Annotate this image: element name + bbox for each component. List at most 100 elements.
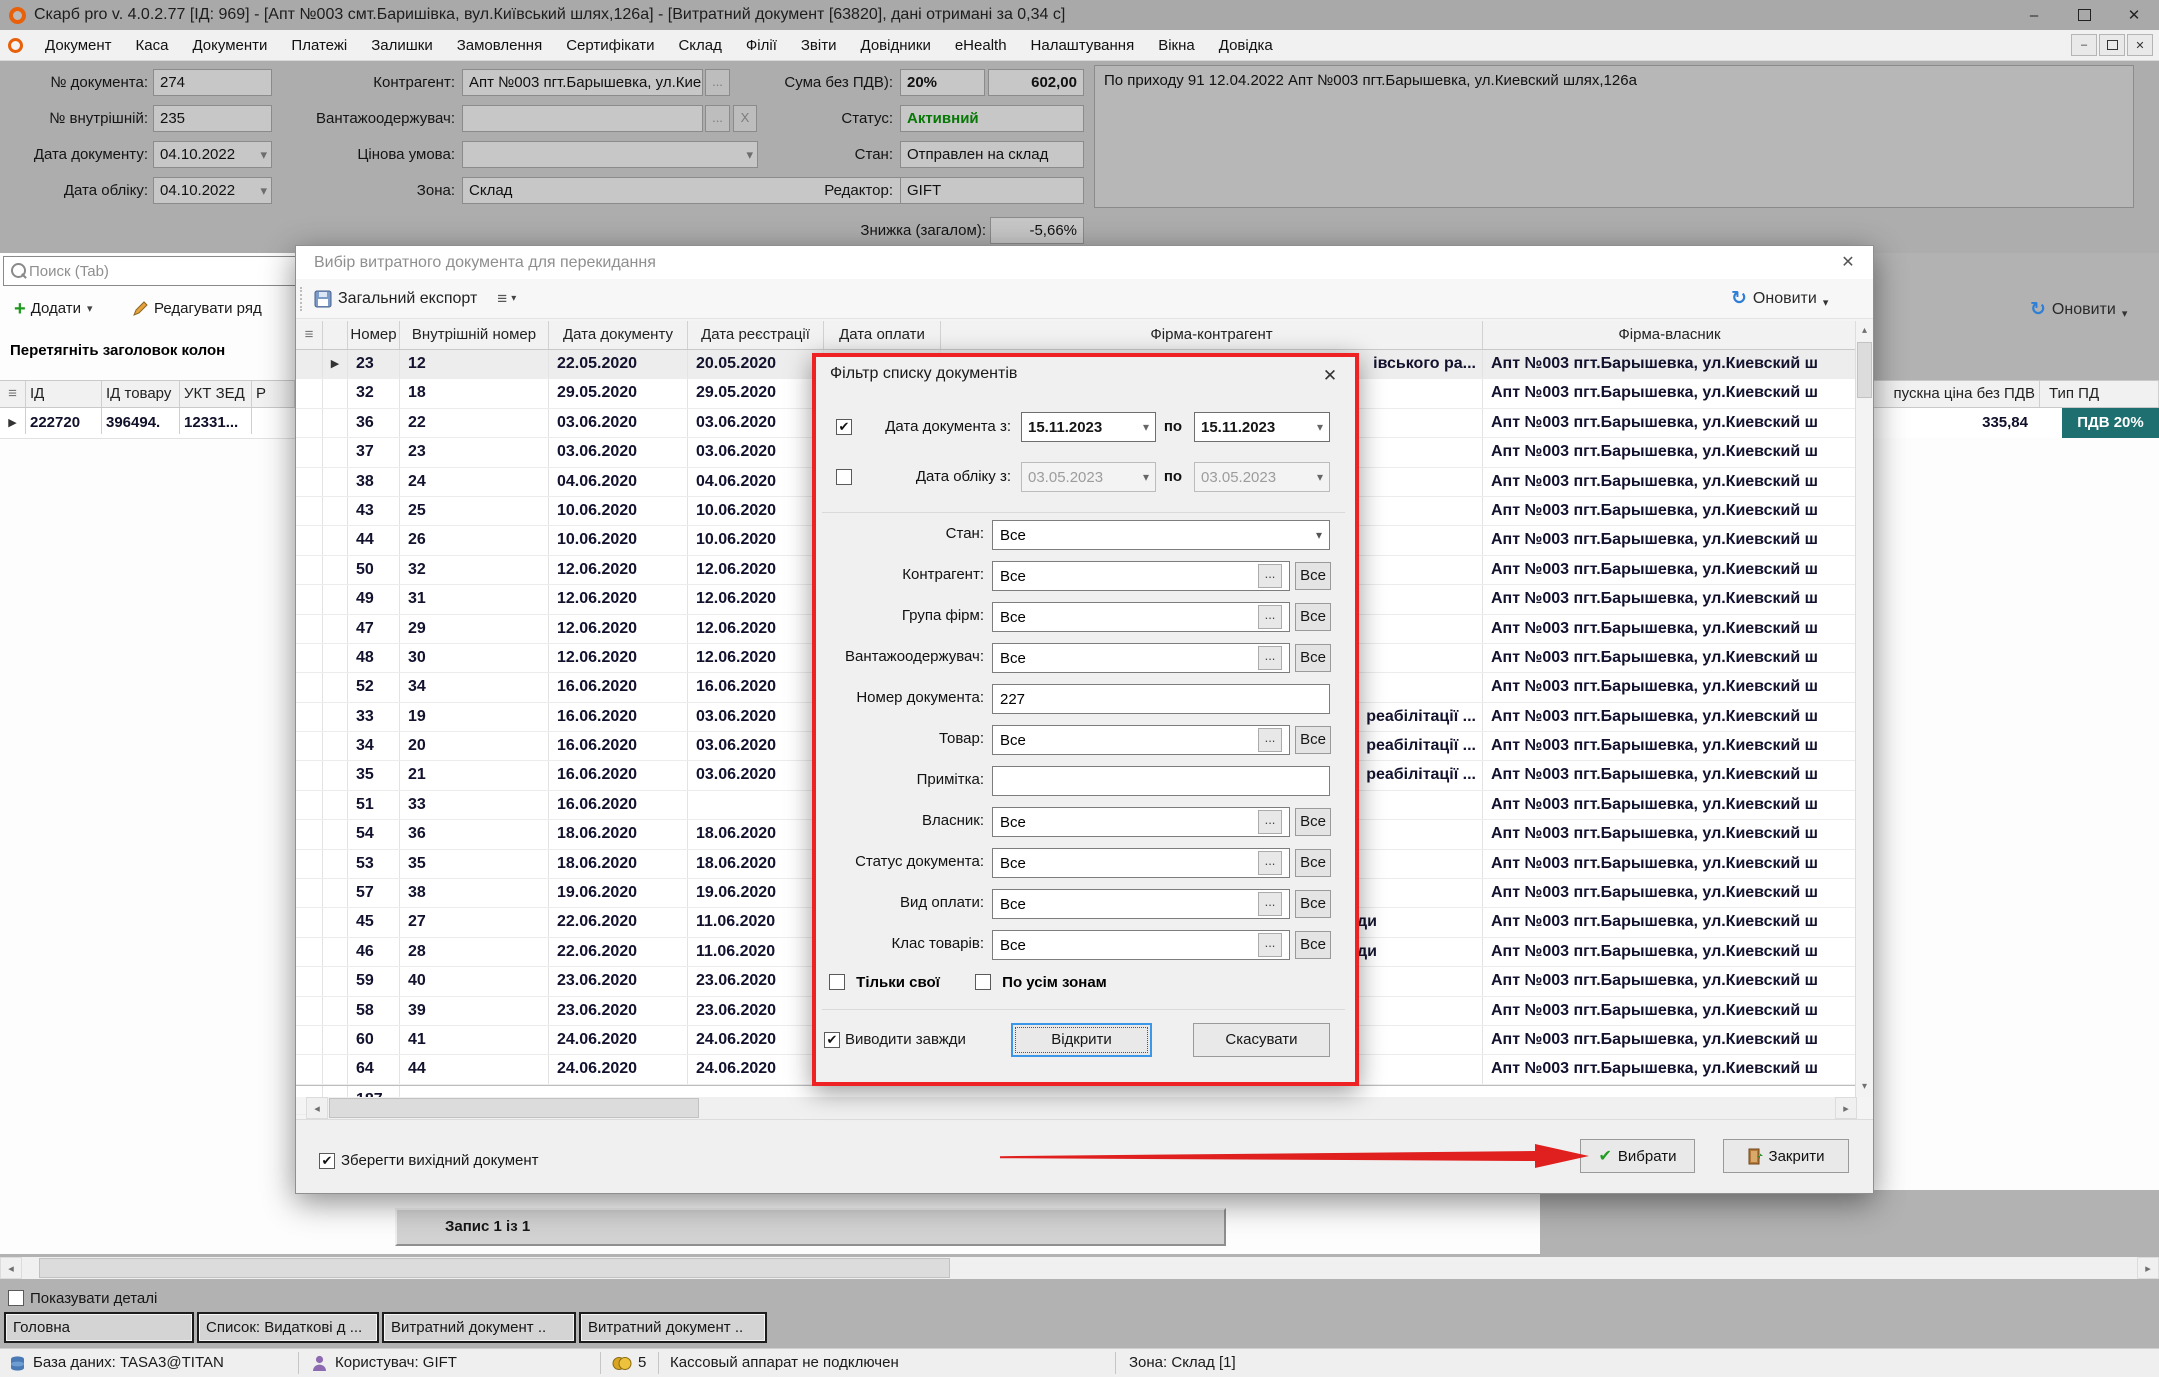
menu-Налаштування[interactable]: Налаштування: [1019, 37, 1147, 54]
col-pay-date[interactable]: Дата оплати: [824, 321, 941, 349]
all-button[interactable]: Все: [1295, 890, 1331, 918]
menu-Звіти[interactable]: Звіти: [789, 37, 849, 54]
all-button[interactable]: Все: [1295, 562, 1331, 590]
doc-date-checkbox[interactable]: ✔: [836, 419, 852, 435]
filter-field[interactable]: Все...: [992, 561, 1290, 591]
filter-field[interactable]: [992, 766, 1330, 796]
acc-date-from-combo[interactable]: 03.05.2023▾: [1021, 462, 1156, 492]
left-grid-row[interactable]: ▶ 222720 396494. 12331...: [0, 408, 295, 439]
all-button[interactable]: Все: [1295, 603, 1331, 631]
dialog-close-icon[interactable]: ✕: [1833, 246, 1863, 279]
mdi-close-button[interactable]: ✕: [2127, 34, 2153, 56]
menu-Довідка[interactable]: Довідка: [1207, 37, 1285, 54]
mdi-restore-button[interactable]: [2099, 34, 2125, 56]
browse-button[interactable]: ...: [1258, 892, 1282, 916]
consignee-field[interactable]: [462, 105, 703, 132]
refresh-button-main[interactable]: ↻ Оновити ▾: [2030, 298, 2127, 321]
edit-row-button[interactable]: Редагувати ряд: [132, 300, 262, 317]
menu-Довідники[interactable]: Довідники: [849, 37, 943, 54]
toolbar-grip[interactable]: [300, 287, 306, 311]
filter-field[interactable]: Все...: [992, 807, 1290, 837]
refresh-button-dialog[interactable]: ↻ Оновити ▾: [1731, 287, 1828, 310]
menu-Вікна[interactable]: Вікна: [1146, 37, 1207, 54]
chevron-down-icon[interactable]: ▾: [1316, 528, 1322, 542]
cancel-button[interactable]: Скасувати: [1193, 1023, 1330, 1057]
browse-button[interactable]: ...: [1258, 851, 1282, 875]
dialog-vertical-scrollbar[interactable]: ▴ ▾: [1855, 321, 1873, 1097]
tab-expense-doc-1[interactable]: Витратний документ ..: [382, 1312, 576, 1343]
browse-button[interactable]: ...: [1258, 728, 1282, 752]
browse-button[interactable]: ...: [1258, 564, 1282, 588]
acc-date-checkbox[interactable]: [836, 469, 852, 485]
mdi-minimize-button[interactable]: –: [2071, 34, 2097, 56]
filter-field[interactable]: Все...: [992, 602, 1290, 632]
browse-button[interactable]: ...: [1258, 810, 1282, 834]
menu-Документ[interactable]: Документ: [33, 37, 124, 54]
menu-Замовлення[interactable]: Замовлення: [445, 37, 554, 54]
select-button[interactable]: ✔ Вибрати: [1580, 1139, 1695, 1173]
all-zones-checkbox[interactable]: По усім зонам: [975, 974, 1107, 991]
col-r[interactable]: Р: [252, 381, 295, 407]
dialog-horizontal-scrollbar[interactable]: ◂ ▸: [306, 1097, 1857, 1119]
col-internal-number[interactable]: Внутрішній номер: [400, 321, 549, 349]
col-product-id[interactable]: ІД товару: [102, 381, 180, 407]
scroll-up-icon[interactable]: ▴: [1856, 321, 1873, 341]
filter-close-icon[interactable]: ✕: [1317, 363, 1343, 389]
all-button[interactable]: Все: [1295, 726, 1331, 754]
show-details-checkbox[interactable]: Показувати деталі: [8, 1288, 157, 1308]
filter-field[interactable]: Все...: [992, 725, 1290, 755]
col-vat-type[interactable]: Тип ПД: [2040, 381, 2159, 407]
save-source-checkbox[interactable]: ✔ Зберегти вихідний документ: [319, 1152, 539, 1169]
scroll-right-icon[interactable]: ▸: [1835, 1097, 1857, 1119]
all-button[interactable]: Все: [1295, 644, 1331, 672]
close-button[interactable]: ✕: [2109, 0, 2159, 30]
scrollbar-thumb[interactable]: [39, 1258, 950, 1278]
minimize-button[interactable]: –: [2009, 0, 2059, 30]
scroll-down-icon[interactable]: ▾: [1856, 1077, 1873, 1097]
col-ukt-zed[interactable]: УКТ ЗЕД: [180, 381, 252, 407]
doc-date-to-combo[interactable]: 15.11.2023▾: [1194, 412, 1330, 442]
all-button[interactable]: Все: [1295, 931, 1331, 959]
close-dialog-button[interactable]: Закрити: [1723, 1139, 1849, 1173]
menu-Сертифікати[interactable]: Сертифікати: [554, 37, 666, 54]
menu-Платежі[interactable]: Платежі: [279, 37, 359, 54]
export-button[interactable]: Загальний експорт: [338, 290, 477, 308]
filter-field[interactable]: Все▾: [992, 520, 1330, 550]
contragent-field[interactable]: Апт №003 пгт.Барышевка, ул.Киев: [462, 69, 703, 96]
scroll-left-icon[interactable]: ◂: [0, 1257, 22, 1279]
doc-date-from-combo[interactable]: 15.11.2023▾: [1021, 412, 1156, 442]
chevron-down-icon[interactable]: ▾: [511, 293, 516, 304]
browse-button[interactable]: ...: [1258, 605, 1282, 629]
filter-field[interactable]: Все...: [992, 930, 1290, 960]
menu-Склад[interactable]: Склад: [666, 37, 733, 54]
filter-field[interactable]: Все...: [992, 848, 1290, 878]
scrollbar-thumb[interactable]: [1857, 342, 1872, 398]
only-own-checkbox[interactable]: Тільки свої: [829, 974, 940, 991]
filter-field[interactable]: Все...: [992, 889, 1290, 919]
acc-date-to-combo[interactable]: 03.05.2023▾: [1194, 462, 1330, 492]
list-options-icon[interactable]: ≡: [497, 289, 507, 309]
col-doc-date[interactable]: Дата документу: [549, 321, 688, 349]
col-id[interactable]: ІД: [26, 381, 102, 407]
all-button[interactable]: Все: [1295, 849, 1331, 877]
open-button[interactable]: Відкрити: [1011, 1023, 1152, 1057]
tab-main[interactable]: Головна: [4, 1312, 194, 1343]
all-button[interactable]: Все: [1295, 808, 1331, 836]
maximize-button[interactable]: [2059, 0, 2109, 30]
browse-button[interactable]: ...: [1258, 646, 1282, 670]
col-firm-owner[interactable]: Фірма-власник: [1483, 321, 1857, 349]
main-horizontal-scrollbar[interactable]: ◂ ▸: [0, 1257, 2159, 1279]
filter-field[interactable]: Все...: [992, 643, 1290, 673]
tab-expense-doc-2[interactable]: Витратний документ ..: [579, 1312, 767, 1343]
always-show-checkbox[interactable]: ✔ Виводити завжди: [824, 1031, 966, 1048]
scroll-right-icon[interactable]: ▸: [2137, 1257, 2159, 1279]
scrollbar-thumb[interactable]: [329, 1098, 699, 1118]
menu-eHealth[interactable]: eHealth: [943, 37, 1019, 54]
menu-Каса[interactable]: Каса: [124, 37, 181, 54]
col-number[interactable]: Номер: [348, 321, 400, 349]
browse-button[interactable]: ...: [1258, 933, 1282, 957]
menu-Філії[interactable]: Філії: [734, 37, 789, 54]
scroll-left-icon[interactable]: ◂: [306, 1097, 328, 1119]
col-reg-date[interactable]: Дата реєстрації: [688, 321, 824, 349]
tab-list-expense[interactable]: Список: Видаткові д ...: [197, 1312, 379, 1343]
